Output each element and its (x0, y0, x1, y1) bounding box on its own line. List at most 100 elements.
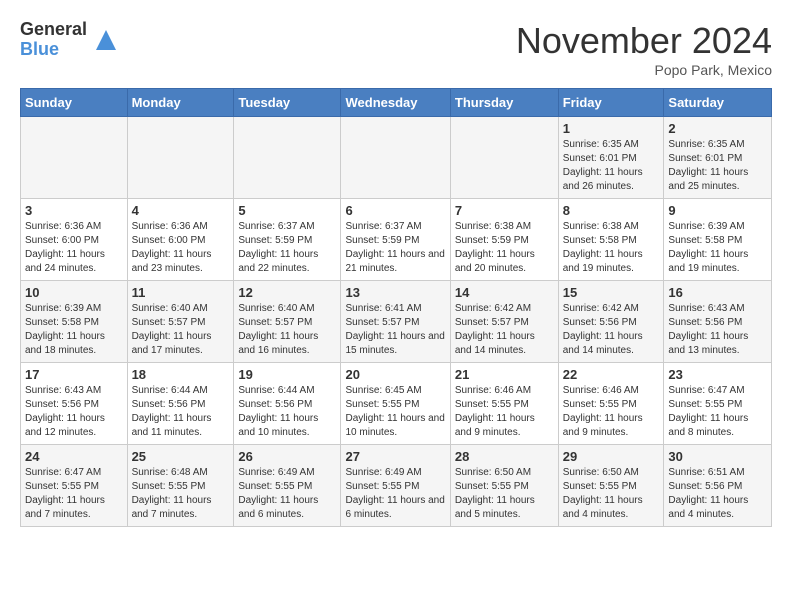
day-info: Sunrise: 6:43 AM Sunset: 5:56 PM Dayligh… (25, 384, 123, 440)
day-number: 26 (238, 449, 336, 464)
day-number: 18 (132, 367, 230, 382)
logo-general: General (20, 20, 87, 40)
logo-text: General Blue (20, 20, 87, 60)
day-info: Sunrise: 6:51 AM Sunset: 5:56 PM Dayligh… (668, 466, 767, 522)
day-number: 7 (455, 203, 554, 218)
title-section: November 2024 Popo Park, Mexico (516, 20, 772, 78)
day-info: Sunrise: 6:50 AM Sunset: 5:55 PM Dayligh… (563, 466, 660, 522)
calendar-cell: 7 Sunrise: 6:38 AM Sunset: 5:59 PM Daylig… (450, 199, 558, 281)
calendar-cell: 5 Sunrise: 6:37 AM Sunset: 5:59 PM Daylig… (234, 199, 341, 281)
page-header: General Blue November 2024 Popo Park, Me… (20, 20, 772, 78)
day-number: 1 (563, 121, 660, 136)
day-info: Sunrise: 6:35 AM Sunset: 6:01 PM Dayligh… (668, 138, 767, 194)
calendar-cell: 15 Sunrise: 6:42 AM Sunset: 5:56 PM Dayli… (558, 281, 664, 363)
day-number: 19 (238, 367, 336, 382)
location-subtitle: Popo Park, Mexico (516, 62, 772, 78)
header-monday: Monday (127, 89, 234, 117)
calendar-cell: 14 Sunrise: 6:42 AM Sunset: 5:57 PM Dayli… (450, 281, 558, 363)
logo-blue: Blue (20, 40, 87, 60)
calendar-week-row: 10 Sunrise: 6:39 AM Sunset: 5:58 PM Dayli… (21, 281, 772, 363)
calendar-header-row: Sunday Monday Tuesday Wednesday Thursday… (21, 89, 772, 117)
day-info: Sunrise: 6:44 AM Sunset: 5:56 PM Dayligh… (238, 384, 336, 440)
calendar-cell: 29 Sunrise: 6:50 AM Sunset: 5:55 PM Dayli… (558, 445, 664, 527)
calendar-cell: 10 Sunrise: 6:39 AM Sunset: 5:58 PM Dayli… (21, 281, 128, 363)
day-number: 3 (25, 203, 123, 218)
calendar-cell: 19 Sunrise: 6:44 AM Sunset: 5:56 PM Dayli… (234, 363, 341, 445)
calendar-cell: 18Sunrise: 6:44 AM Sunset: 5:56 PM Dayli… (127, 363, 234, 445)
day-number: 17 (25, 367, 123, 382)
day-number: 27 (345, 449, 445, 464)
logo-icon (91, 25, 121, 55)
day-info: Sunrise: 6:47 AM Sunset: 5:55 PM Dayligh… (668, 384, 767, 440)
header-sunday: Sunday (21, 89, 128, 117)
day-info: Sunrise: 6:37 AM Sunset: 5:59 PM Dayligh… (238, 220, 336, 276)
day-number: 15 (563, 285, 660, 300)
day-info: Sunrise: 6:42 AM Sunset: 5:56 PM Dayligh… (563, 302, 660, 358)
calendar-cell: 21 Sunrise: 6:46 AM Sunset: 5:55 PM Dayli… (450, 363, 558, 445)
calendar-week-row: 3 Sunrise: 6:36 AM Sunset: 6:00 PM Daylig… (21, 199, 772, 281)
day-info: Sunrise: 6:39 AM Sunset: 5:58 PM Dayligh… (25, 302, 123, 358)
day-number: 20 (345, 367, 445, 382)
calendar-cell: 22Sunrise: 6:46 AM Sunset: 5:55 PM Dayli… (558, 363, 664, 445)
calendar-cell: 23Sunrise: 6:47 AM Sunset: 5:55 PM Dayli… (664, 363, 772, 445)
calendar-cell: 9Sunrise: 6:39 AM Sunset: 5:58 PM Daylig… (664, 199, 772, 281)
calendar-cell: 20 Sunrise: 6:45 AM Sunset: 5:55 PM Dayli… (341, 363, 450, 445)
day-number: 14 (455, 285, 554, 300)
calendar-table: Sunday Monday Tuesday Wednesday Thursday… (20, 88, 772, 527)
day-number: 16 (668, 285, 767, 300)
header-saturday: Saturday (664, 89, 772, 117)
day-info: Sunrise: 6:42 AM Sunset: 5:57 PM Dayligh… (455, 302, 554, 358)
calendar-cell: 26Sunrise: 6:49 AM Sunset: 5:55 PM Dayli… (234, 445, 341, 527)
header-friday: Friday (558, 89, 664, 117)
day-number: 21 (455, 367, 554, 382)
day-number: 29 (563, 449, 660, 464)
calendar-cell: 11 Sunrise: 6:40 AM Sunset: 5:57 PM Dayli… (127, 281, 234, 363)
day-number: 30 (668, 449, 767, 464)
calendar-cell (127, 117, 234, 199)
header-wednesday: Wednesday (341, 89, 450, 117)
day-info: Sunrise: 6:40 AM Sunset: 5:57 PM Dayligh… (132, 302, 230, 358)
day-info: Sunrise: 6:36 AM Sunset: 6:00 PM Dayligh… (25, 220, 123, 276)
day-number: 11 (132, 285, 230, 300)
calendar-cell (450, 117, 558, 199)
day-number: 13 (345, 285, 445, 300)
day-number: 5 (238, 203, 336, 218)
day-number: 4 (132, 203, 230, 218)
day-info: Sunrise: 6:45 AM Sunset: 5:55 PM Dayligh… (345, 384, 445, 440)
day-info: Sunrise: 6:43 AM Sunset: 5:56 PM Dayligh… (668, 302, 767, 358)
month-title: November 2024 (516, 20, 772, 62)
day-info: Sunrise: 6:49 AM Sunset: 5:55 PM Dayligh… (345, 466, 445, 522)
day-info: Sunrise: 6:35 AM Sunset: 6:01 PM Dayligh… (563, 138, 660, 194)
calendar-cell: 8Sunrise: 6:38 AM Sunset: 5:58 PM Daylig… (558, 199, 664, 281)
day-info: Sunrise: 6:46 AM Sunset: 5:55 PM Dayligh… (563, 384, 660, 440)
calendar-cell: 13Sunrise: 6:41 AM Sunset: 5:57 PM Dayli… (341, 281, 450, 363)
calendar-week-row: 17 Sunrise: 6:43 AM Sunset: 5:56 PM Dayli… (21, 363, 772, 445)
day-number: 2 (668, 121, 767, 136)
day-info: Sunrise: 6:38 AM Sunset: 5:58 PM Dayligh… (563, 220, 660, 276)
logo: General Blue (20, 20, 121, 60)
day-number: 10 (25, 285, 123, 300)
day-number: 25 (132, 449, 230, 464)
day-info: Sunrise: 6:47 AM Sunset: 5:55 PM Dayligh… (25, 466, 123, 522)
calendar-cell (341, 117, 450, 199)
calendar-cell: 27 Sunrise: 6:49 AM Sunset: 5:55 PM Dayli… (341, 445, 450, 527)
day-info: Sunrise: 6:46 AM Sunset: 5:55 PM Dayligh… (455, 384, 554, 440)
calendar-cell: 30 Sunrise: 6:51 AM Sunset: 5:56 PM Dayli… (664, 445, 772, 527)
day-info: Sunrise: 6:50 AM Sunset: 5:55 PM Dayligh… (455, 466, 554, 522)
day-number: 24 (25, 449, 123, 464)
day-info: Sunrise: 6:40 AM Sunset: 5:57 PM Dayligh… (238, 302, 336, 358)
calendar-week-row: 24 Sunrise: 6:47 AM Sunset: 5:55 PM Dayli… (21, 445, 772, 527)
day-number: 28 (455, 449, 554, 464)
day-number: 6 (345, 203, 445, 218)
calendar-cell: 4 Sunrise: 6:36 AM Sunset: 6:00 PM Daylig… (127, 199, 234, 281)
calendar-cell: 6Sunrise: 6:37 AM Sunset: 5:59 PM Daylig… (341, 199, 450, 281)
calendar-cell: 16 Sunrise: 6:43 AM Sunset: 5:56 PM Dayli… (664, 281, 772, 363)
header-thursday: Thursday (450, 89, 558, 117)
calendar-cell (234, 117, 341, 199)
calendar-cell: 1 Sunrise: 6:35 AM Sunset: 6:01 PM Daylig… (558, 117, 664, 199)
calendar-cell (21, 117, 128, 199)
day-info: Sunrise: 6:36 AM Sunset: 6:00 PM Dayligh… (132, 220, 230, 276)
day-info: Sunrise: 6:38 AM Sunset: 5:59 PM Dayligh… (455, 220, 554, 276)
day-number: 9 (668, 203, 767, 218)
header-tuesday: Tuesday (234, 89, 341, 117)
